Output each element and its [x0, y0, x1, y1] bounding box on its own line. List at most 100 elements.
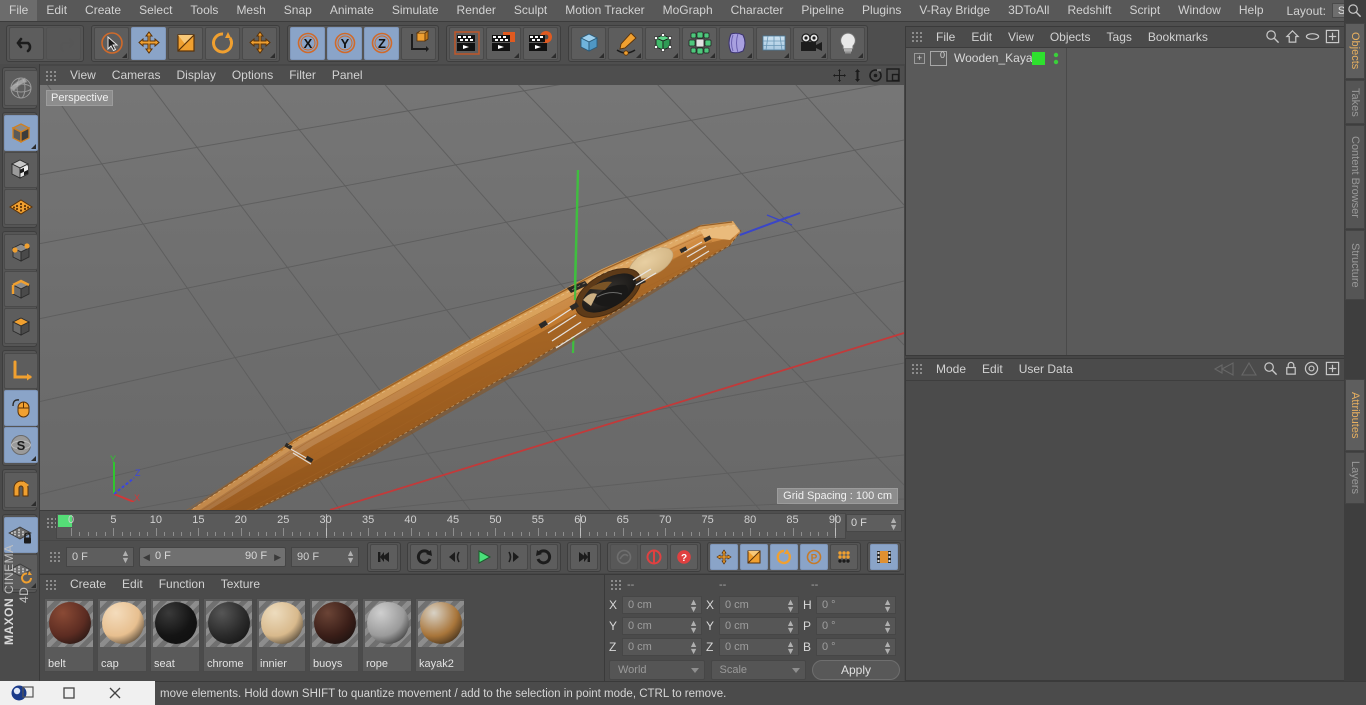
texture-mode-icon[interactable]	[4, 152, 38, 188]
max-frame-field[interactable]: 90 F ▲ ▼	[291, 547, 360, 567]
pan-icon[interactable]	[832, 68, 847, 86]
material-menu-edit[interactable]: Edit	[114, 575, 151, 594]
menu-item-pipeline[interactable]: Pipeline	[792, 0, 853, 21]
material-item[interactable]: innier	[256, 598, 306, 672]
material-item[interactable]: buoys	[309, 598, 359, 672]
attribute-menu-mode[interactable]: Mode	[928, 360, 974, 379]
polygon-mode-icon[interactable]	[4, 308, 38, 344]
render-view-icon[interactable]	[449, 26, 484, 60]
timeline-ruler[interactable]: 051015202530354045505560657075808590	[56, 513, 846, 539]
coord-input-size[interactable]: 0 cm ▲ ▼	[719, 596, 799, 614]
material-menu-texture[interactable]: Texture	[213, 575, 268, 594]
target-icon[interactable]	[1304, 361, 1319, 379]
tab-takes[interactable]: Takes	[1345, 80, 1365, 124]
workplane-mode-icon[interactable]	[4, 189, 38, 225]
render-settings-icon[interactable]	[523, 26, 558, 60]
spinner-icon[interactable]: ▲ ▼	[689, 640, 698, 656]
camera-icon[interactable]	[793, 26, 828, 60]
coord-input-pos[interactable]: 0 cm ▲ ▼	[622, 617, 702, 635]
menu-item-script[interactable]: Script	[1120, 0, 1169, 21]
range-left-arrow-icon[interactable]: ◀	[143, 552, 150, 563]
array-icon[interactable]	[682, 26, 717, 60]
menu-item-snap[interactable]: Snap	[275, 0, 321, 21]
material-item[interactable]: belt	[44, 598, 94, 672]
attribute-menu-user-data[interactable]: User Data	[1011, 360, 1081, 379]
floor-icon[interactable]	[756, 26, 791, 60]
coord-input-rot[interactable]: 0 ° ▲ ▼	[816, 617, 896, 635]
menu-item-window[interactable]: Window	[1169, 0, 1230, 21]
menu-item-animate[interactable]: Animate	[321, 0, 383, 21]
preview-range-bar[interactable]: ◀ 0 F 90 F ▶	[138, 547, 287, 567]
timeline-icon[interactable]	[870, 544, 899, 570]
menu-item-select[interactable]: Select	[130, 0, 181, 21]
autokey-icon[interactable]	[640, 544, 669, 570]
ellipse-icon[interactable]	[1305, 29, 1320, 47]
menu-item-render[interactable]: Render	[448, 0, 505, 21]
object-enable-dot[interactable]	[1032, 52, 1045, 65]
world-object-axis-icon[interactable]	[401, 26, 436, 60]
live-selection-icon[interactable]	[94, 26, 129, 60]
undo-icon[interactable]	[9, 26, 44, 60]
menu-item-motion-tracker[interactable]: Motion Tracker	[556, 0, 653, 21]
move-icon[interactable]	[131, 26, 166, 60]
keyframe-selection-icon[interactable]: ?	[670, 544, 699, 570]
step-back-frame-icon[interactable]	[440, 544, 469, 570]
search-icon[interactable]	[1265, 29, 1280, 47]
viewport-menu-panel[interactable]: Panel	[324, 66, 371, 85]
menu-item-file[interactable]: File	[0, 0, 38, 21]
render-region-icon[interactable]	[486, 26, 521, 60]
spline-pen-icon[interactable]	[608, 26, 643, 60]
viewport-solo-icon[interactable]	[4, 390, 38, 426]
light-icon[interactable]	[830, 26, 865, 60]
soft-selection-icon[interactable]: S	[4, 427, 38, 463]
search-icon[interactable]	[1347, 3, 1362, 21]
coord-system-dropdown[interactable]: World	[609, 660, 705, 680]
deformer-icon[interactable]	[719, 26, 754, 60]
spinner-icon[interactable]: ▲ ▼	[121, 549, 130, 565]
step-forward-frame-icon[interactable]	[500, 544, 529, 570]
lock-icon[interactable]	[1284, 361, 1298, 379]
coord-input-pos[interactable]: 0 cm ▲ ▼	[622, 596, 702, 614]
dolly-icon[interactable]	[850, 68, 865, 86]
panel-grip-icon[interactable]	[911, 31, 923, 43]
z-axis-icon[interactable]: Z	[364, 26, 399, 60]
maximize-icon[interactable]	[886, 68, 901, 86]
spinner-icon[interactable]: ▲ ▼	[786, 598, 795, 614]
menu-item-help[interactable]: Help	[1230, 0, 1273, 21]
panel-grip-icon[interactable]	[45, 70, 57, 82]
app-icon[interactable]	[0, 681, 46, 705]
model-mode-icon[interactable]	[4, 115, 38, 151]
object-menu-edit[interactable]: Edit	[963, 28, 1000, 47]
spinner-icon[interactable]: ▲ ▼	[883, 598, 892, 614]
tab-structure[interactable]: Structure	[1345, 230, 1365, 300]
viewport-menu-filter[interactable]: Filter	[281, 66, 324, 85]
panel-grip-icon[interactable]	[911, 363, 923, 375]
viewport-menu-display[interactable]: Display	[168, 66, 223, 85]
close-icon[interactable]	[92, 681, 138, 705]
expand-toggle-icon[interactable]: +	[914, 52, 925, 64]
spinner-icon[interactable]: ▲ ▼	[883, 619, 892, 635]
go-to-start-icon[interactable]	[370, 544, 399, 570]
coord-input-rot[interactable]: 0 ° ▲ ▼	[816, 596, 896, 614]
magnet-icon[interactable]	[4, 472, 38, 508]
attribute-menu-edit[interactable]: Edit	[974, 360, 1011, 379]
tab-content-browser[interactable]: Content Browser	[1345, 125, 1365, 229]
param-key-icon[interactable]: P	[800, 544, 829, 570]
menu-item-v-ray-bridge[interactable]: V-Ray Bridge	[910, 0, 999, 21]
spinner-icon[interactable]: ▲ ▼	[889, 516, 898, 532]
plus-box-icon[interactable]	[1325, 361, 1340, 379]
spinner-icon[interactable]: ▲ ▼	[689, 619, 698, 635]
material-menu-function[interactable]: Function	[151, 575, 213, 594]
spinner-icon[interactable]: ▲ ▼	[346, 549, 355, 565]
nurbs-icon[interactable]	[645, 26, 680, 60]
home-icon[interactable]	[1285, 29, 1300, 47]
scale-key-icon[interactable]	[740, 544, 769, 570]
x-axis-icon[interactable]: X	[290, 26, 325, 60]
search-icon[interactable]	[1263, 361, 1278, 379]
menu-item-tools[interactable]: Tools	[181, 0, 227, 21]
coord-input-size[interactable]: 0 cm ▲ ▼	[719, 617, 799, 635]
prev-icon[interactable]	[1213, 361, 1235, 379]
material-menu-create[interactable]: Create	[62, 575, 114, 594]
restore-icon[interactable]	[46, 681, 92, 705]
y-axis-icon[interactable]: Y	[327, 26, 362, 60]
